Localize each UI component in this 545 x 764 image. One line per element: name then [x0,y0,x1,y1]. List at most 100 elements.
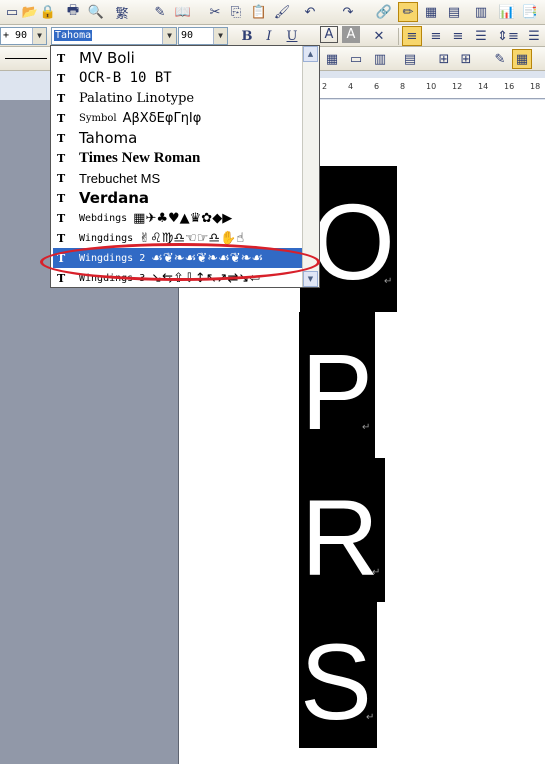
ruler-tick-label: 18 [530,82,541,91]
split-cells-icon[interactable]: ▥ [370,49,390,69]
font-name: Palatino Linotype [79,90,195,106]
paste-icon[interactable]: 📋 [249,2,269,22]
font-name: OCR-B 10 BT [79,70,172,86]
cut-icon[interactable]: ✂ [205,2,225,22]
font-name: Wingdings [79,232,134,244]
center-icon[interactable]: ≡ [426,26,446,46]
font-sample: ΑβΧδΕφΓηΙφ [122,110,202,126]
ruler-tick-label: 10 [426,82,437,91]
scroll-down-icon[interactable]: ▼ [303,271,318,287]
font-list-item[interactable]: T MV Boli [53,48,303,68]
chart-icon[interactable]: 📊 [497,2,517,22]
columns-icon[interactable]: ▥ [471,2,491,22]
document-map-icon[interactable]: 📑 [520,2,540,22]
merge-cells-icon[interactable]: ▭ [346,49,366,69]
align-cell-icon[interactable]: ▤ [400,49,420,69]
formatting-toolbar: + 90 字 ▼ Tahoma ▼ 90 ▼ B I U A A ✕ ≡ ≡ ≡… [0,25,545,47]
font-name: Verdana [79,189,150,207]
font-name-box[interactable]: Tahoma ▼ [51,27,177,45]
traditional-chinese-icon[interactable]: 繁 [112,2,132,22]
research-icon[interactable]: 📖 [173,2,193,22]
character-shading-button[interactable]: A [342,26,360,43]
font-size-box[interactable]: 90 ▼ [178,27,228,45]
font-name: Wingdings 2 [79,252,146,264]
document-letter: S [300,621,373,742]
align-left-icon[interactable]: ≡ [402,26,422,46]
font-sample: ✌♌♍♎☜☞♎✋☝ [139,230,245,246]
show-gridlines-icon[interactable]: ▦ [512,49,532,69]
font-list-item[interactable]: T Wingdings 2 ☙❦❧☙❦❧☙❦❧☙ [53,248,303,268]
scroll-up-icon[interactable]: ▲ [303,46,318,62]
dropdown-scrollbar[interactable]: ▲ ▼ [302,46,319,287]
distribute-rows-icon[interactable]: ⊞ [434,49,454,69]
document-letter: R [301,477,379,598]
chevron-down-icon[interactable]: ▼ [213,28,227,44]
align-right-icon[interactable]: ≡ [448,26,468,46]
line-style-sample[interactable] [5,58,47,59]
hyperlink-icon[interactable]: 🔗 [374,2,394,22]
font-name: Symbol [79,112,117,124]
truetype-icon: T [57,91,66,105]
font-list-item[interactable]: T Symbol ΑβΧδΕφΓηΙφ [53,108,303,128]
paragraph-mark: ↵ [384,276,393,287]
numbering-icon[interactable]: ☰ [525,26,543,46]
font-list-item[interactable]: T Verdana [53,188,303,208]
ruler-tick-label: 8 [400,82,406,91]
bold-button[interactable]: B [238,26,256,46]
drawing-icon[interactable]: ✏ [398,2,418,22]
character-border-button[interactable]: A [320,26,338,43]
font-name: Wingdings 3 [79,272,146,284]
font-name-value: Tahoma [54,30,93,41]
underline-button[interactable]: U [283,26,301,46]
open-icon[interactable]: 📂 [20,2,40,22]
excel-icon[interactable]: ▤ [444,2,464,22]
copy-icon[interactable]: ⎘ [226,2,246,22]
truetype-icon: T [57,51,66,65]
line-spacing-icon[interactable]: ⇕≡ [495,26,521,46]
print-preview-icon[interactable]: 🔍 [86,2,106,22]
table-icon[interactable]: ▦ [421,2,441,22]
font-name: Tahoma [79,129,138,147]
autofit-icon[interactable]: ✎ [490,49,510,69]
font-list-item[interactable]: T Webdings ▦✈♣♥▲♛✿◆▶ [53,208,303,228]
standard-toolbar: ▭ 📂 🔒 🖶 🔍 繁 ✎ 📖 ✂ ⎘ 📋 🖌 ↶ ↷ 🔗 ✏ ▦ ▤ ▥ 📊 📑 [0,0,545,25]
truetype-icon: T [57,191,66,205]
table-grid-icon[interactable]: ▦ [322,49,342,69]
redo-icon[interactable]: ↷ [338,2,358,22]
new-icon[interactable]: ▭ [2,2,22,22]
font-sample: ▦✈♣♥▲♛✿◆▶ [133,210,233,226]
truetype-icon: T [57,231,66,245]
font-list-item[interactable]: T OCR-B 10 BT [53,68,303,88]
spelling-icon[interactable]: ✎ [150,2,170,22]
print-icon[interactable]: 🖶 [63,2,83,22]
font-list-item[interactable]: T Trebuchet MS [53,168,303,188]
distribute-columns-icon[interactable]: ⊞ [456,49,476,69]
truetype-icon: T [57,171,66,185]
undo-icon[interactable]: ↶ [300,2,320,22]
font-list-item[interactable]: T Wingdings ✌♌♍♎☜☞♎✋☝ [53,228,303,248]
truetype-icon: T [57,71,66,85]
truetype-icon: T [57,131,66,145]
font-list-item[interactable]: T Tahoma [53,128,303,148]
font-list-item[interactable]: T Times New Roman [53,148,303,168]
chevron-down-icon[interactable]: ▼ [32,28,46,44]
font-sample: ☙❦❧☙❦❧☙❦❧☙ [151,250,264,266]
document-letter: O [311,181,396,302]
truetype-icon: T [57,271,66,285]
font-list-item[interactable]: T Palatino Linotype [53,88,303,108]
format-painter-icon[interactable]: 🖌 [272,2,292,22]
font-list-item[interactable]: T Wingdings 3 ↘⇆⇧⇩↕↖↗⇄↘⇦ [53,268,303,287]
chevron-down-icon[interactable]: ▼ [162,28,176,44]
justify-icon[interactable]: ☰ [471,26,491,46]
horizontal-ruler[interactable]: 2 4 6 8 10 12 14 16 18 [318,78,545,99]
ruler-tick-label: 2 [322,82,328,91]
paragraph-mark: ↵ [366,712,375,723]
italic-button[interactable]: I [260,26,278,46]
text-effects-icon[interactable]: ✕ [366,26,392,46]
ruler-tick-label: 16 [504,82,515,91]
style-box[interactable]: + 90 字 ▼ [0,27,47,45]
paragraph-mark: ↵ [372,567,381,578]
permission-icon[interactable]: 🔒 [38,2,58,22]
font-dropdown-list[interactable]: T MV Boli T OCR-B 10 BT T Palatino Linotype T S… [50,45,320,288]
font-sample: ↘⇆⇧⇩↕↖↗⇄↘⇦ [151,270,261,286]
